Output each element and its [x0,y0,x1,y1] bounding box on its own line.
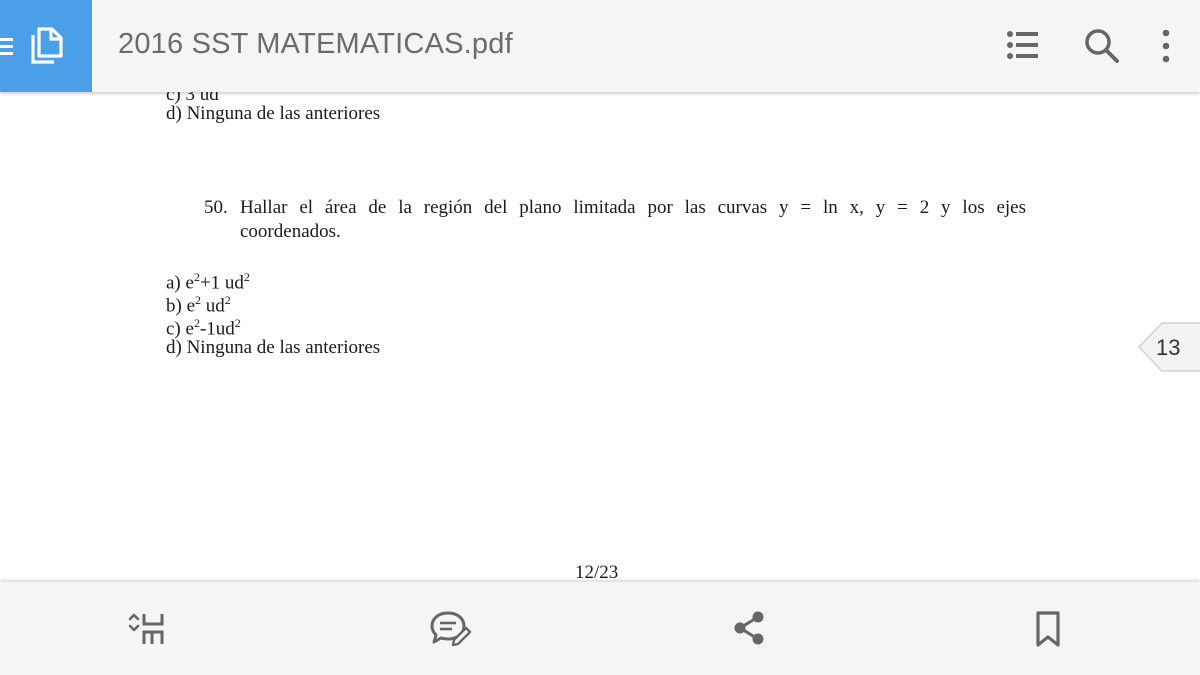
top-app-bar: 2016 SST MATEMATICAS.pdf [0,0,1200,92]
reflow-icon[interactable] [128,610,168,648]
share-icon[interactable] [732,610,766,646]
page-tab-label: 13 [1156,335,1181,360]
bookmark-icon[interactable] [1034,610,1062,648]
bottom-toolbar [0,582,1200,675]
question-text-line1: Hallar el área de la región del plano li… [240,197,1026,218]
question-number: 50. [204,197,228,218]
menu-icon [0,38,13,55]
more-vert-icon[interactable] [1156,28,1176,64]
answer-option-d: d) Ninguna de las anteriores [166,337,381,358]
previous-option-d: d) Ninguna de las anteriores [166,103,381,124]
pdf-page[interactable]: c) 3 ud d) Ninguna de las anteriores 50.… [0,92,1200,582]
question-text-line2: coordenados. [240,221,341,242]
document-icon [31,27,63,64]
document-title: 2016 SST MATEMATICAS.pdf [118,28,513,60]
search-icon[interactable] [1084,28,1120,64]
comment-icon[interactable] [430,610,472,648]
list-icon[interactable] [1006,28,1040,62]
app-menu-button[interactable] [0,0,92,92]
page-number-indicator: 12/23 [575,562,619,582]
